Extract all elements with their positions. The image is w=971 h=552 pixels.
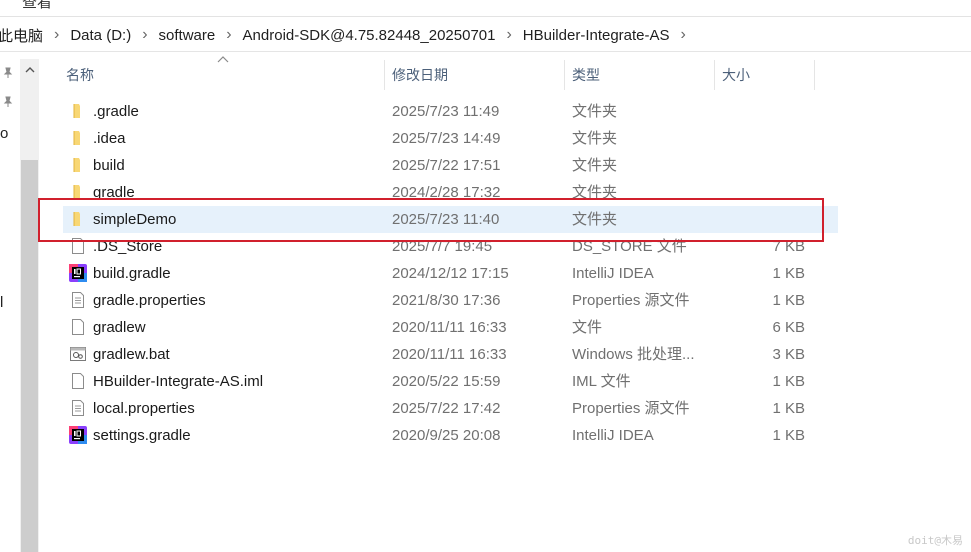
column-divider[interactable] bbox=[814, 60, 815, 90]
ribbon-tab-view[interactable]: 查看 bbox=[22, 0, 52, 12]
file-modified-date: 2020/9/25 20:08 bbox=[392, 427, 501, 444]
file-type: 文件夹 bbox=[572, 130, 618, 147]
file-modified-date: 2025/7/22 17:42 bbox=[392, 400, 501, 417]
file-name[interactable]: gradle.properties bbox=[93, 287, 206, 314]
file-modified-date: 2025/7/23 11:49 bbox=[392, 103, 500, 120]
highlight-annotation-box bbox=[38, 198, 824, 242]
file-row[interactable]: gradlew.bat 2020/11/11 16:33 Windows 批处理..… bbox=[63, 341, 838, 368]
intellij-icon bbox=[69, 264, 87, 282]
file-modified-date: 2021/8/30 17:36 bbox=[392, 292, 501, 309]
nav-item-fragment[interactable]: o bbox=[0, 125, 8, 142]
file-name[interactable]: settings.gradle bbox=[93, 422, 191, 449]
text-file-icon bbox=[69, 291, 87, 309]
file-size: 1 KB bbox=[772, 292, 805, 309]
file-type: IntelliJ IDEA bbox=[572, 427, 654, 444]
file-type: 文件夹 bbox=[572, 157, 618, 174]
file-size: 1 KB bbox=[772, 373, 805, 390]
file-size bbox=[713, 125, 805, 152]
file-name[interactable]: local.properties bbox=[93, 395, 195, 422]
sort-ascending-icon bbox=[217, 56, 229, 63]
watermark: doit@木易 bbox=[907, 534, 963, 547]
chevron-right-icon[interactable]: › bbox=[499, 26, 518, 44]
chevron-right-icon[interactable]: › bbox=[135, 26, 154, 44]
file-modified-date: 2025/7/22 17:51 bbox=[392, 157, 501, 174]
file-type: 文件夹 bbox=[572, 103, 618, 120]
file-type: IntelliJ IDEA bbox=[572, 265, 654, 282]
nav-item-fragment[interactable]: l bbox=[0, 294, 3, 311]
file-type: Windows 批处理... bbox=[572, 346, 695, 363]
column-header-name[interactable]: 名称 bbox=[66, 58, 94, 92]
file-modified-date: 2020/11/11 16:33 bbox=[392, 346, 507, 363]
text-file-icon bbox=[69, 399, 87, 417]
folder-icon bbox=[69, 156, 87, 174]
column-header-type[interactable]: 类型 bbox=[572, 58, 600, 92]
file-row[interactable]: gradlew 2020/11/11 16:33 文件 6 KB bbox=[63, 314, 838, 341]
file-size bbox=[713, 98, 805, 125]
file-name[interactable]: .gradle bbox=[93, 98, 139, 125]
column-divider[interactable] bbox=[384, 60, 385, 90]
file-row[interactable]: HBuilder-Integrate-AS.iml 2020/5/22 15:59… bbox=[63, 368, 838, 395]
file-size bbox=[713, 152, 805, 179]
column-headers: 名称 修改日期 类型 大小 bbox=[40, 56, 971, 92]
file-row[interactable]: .gradle 2025/7/23 11:49 文件夹 bbox=[63, 98, 838, 125]
file-modified-date: 2020/11/11 16:33 bbox=[392, 319, 507, 336]
breadcrumb-this-pc[interactable]: 此电脑 bbox=[0, 25, 47, 46]
navigation-pane: o l bbox=[0, 52, 40, 552]
file-name[interactable]: gradlew.bat bbox=[93, 341, 170, 368]
column-header-size[interactable]: 大小 bbox=[722, 58, 750, 92]
folder-icon bbox=[69, 129, 87, 147]
file-type: Properties 源文件 bbox=[572, 292, 690, 309]
file-icon bbox=[69, 318, 87, 336]
scrollbar-thumb[interactable] bbox=[21, 160, 38, 552]
file-size: 1 KB bbox=[772, 400, 805, 417]
file-size: 1 KB bbox=[772, 265, 805, 282]
file-row[interactable]: settings.gradle 2020/9/25 20:08 IntelliJ I… bbox=[63, 422, 838, 449]
breadcrumb-android-sdk[interactable]: Android-SDK@4.75.82448_20250701 bbox=[239, 27, 500, 44]
column-divider[interactable] bbox=[714, 60, 715, 90]
file-modified-date: 2020/5/22 15:59 bbox=[392, 373, 501, 390]
file-type: 文件 bbox=[572, 319, 603, 336]
column-divider[interactable] bbox=[564, 60, 565, 90]
file-modified-date: 2024/12/12 17:15 bbox=[392, 265, 509, 282]
file-row[interactable]: .idea 2025/7/23 14:49 文件夹 bbox=[63, 125, 838, 152]
column-header-date[interactable]: 修改日期 bbox=[392, 58, 448, 92]
chevron-right-icon[interactable]: › bbox=[674, 26, 693, 44]
batch-file-icon bbox=[69, 345, 87, 363]
file-size: 1 KB bbox=[772, 427, 805, 444]
file-row[interactable]: gradle.properties 2021/8/30 17:36 Properti… bbox=[63, 287, 838, 314]
scroll-up-arrow-icon[interactable] bbox=[20, 60, 39, 79]
address-bar[interactable]: 此电脑 › Data (D:) › software › Android-SDK… bbox=[0, 19, 971, 52]
file-type: Properties 源文件 bbox=[572, 400, 690, 417]
file-type: IML 文件 bbox=[572, 373, 631, 390]
file-name[interactable]: .idea bbox=[93, 125, 126, 152]
file-size: 6 KB bbox=[772, 319, 805, 336]
breadcrumb-drive[interactable]: Data (D:) bbox=[66, 27, 135, 44]
file-name[interactable]: gradlew bbox=[93, 314, 146, 341]
chevron-right-icon[interactable]: › bbox=[47, 26, 66, 44]
pin-icon[interactable] bbox=[2, 96, 14, 111]
file-name[interactable]: HBuilder-Integrate-AS.iml bbox=[93, 368, 263, 395]
file-size: 3 KB bbox=[772, 346, 805, 363]
ribbon: 查看 bbox=[0, 0, 971, 17]
file-modified-date: 2025/7/23 14:49 bbox=[392, 130, 501, 147]
breadcrumb-software[interactable]: software bbox=[155, 27, 220, 44]
file-row[interactable]: build 2025/7/22 17:51 文件夹 bbox=[63, 152, 838, 179]
breadcrumb-current-folder[interactable]: HBuilder-Integrate-AS bbox=[519, 27, 674, 44]
file-icon bbox=[69, 372, 87, 390]
file-row[interactable]: build.gradle 2024/12/12 17:15 IntelliJ IDE… bbox=[63, 260, 838, 287]
pin-icon[interactable] bbox=[2, 67, 14, 82]
file-name[interactable]: build.gradle bbox=[93, 260, 171, 287]
folder-icon bbox=[69, 102, 87, 120]
chevron-right-icon[interactable]: › bbox=[219, 26, 238, 44]
intellij-icon bbox=[69, 426, 87, 444]
file-name[interactable]: build bbox=[93, 152, 125, 179]
file-row[interactable]: local.properties 2025/7/22 17:42 Propertie… bbox=[63, 395, 838, 422]
